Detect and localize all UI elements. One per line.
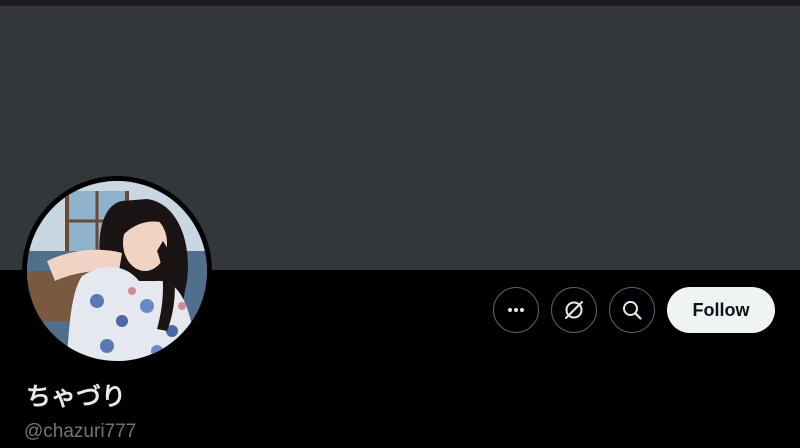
search-icon [623,301,642,320]
follow-button[interactable]: Follow [667,287,775,333]
search-button[interactable] [609,287,655,333]
more-button[interactable] [493,287,539,333]
display-name: ちゃづり [26,382,127,411]
grok-button[interactable] [551,287,597,333]
more-dots-icon [508,308,524,312]
user-handle: @chazuri777 [24,421,137,442]
avatar-photo [27,181,207,361]
grok-icon [565,301,583,319]
profile-avatar[interactable] [27,181,207,361]
profile-page: Follow ちゃづり @chazuri777 [0,0,800,448]
